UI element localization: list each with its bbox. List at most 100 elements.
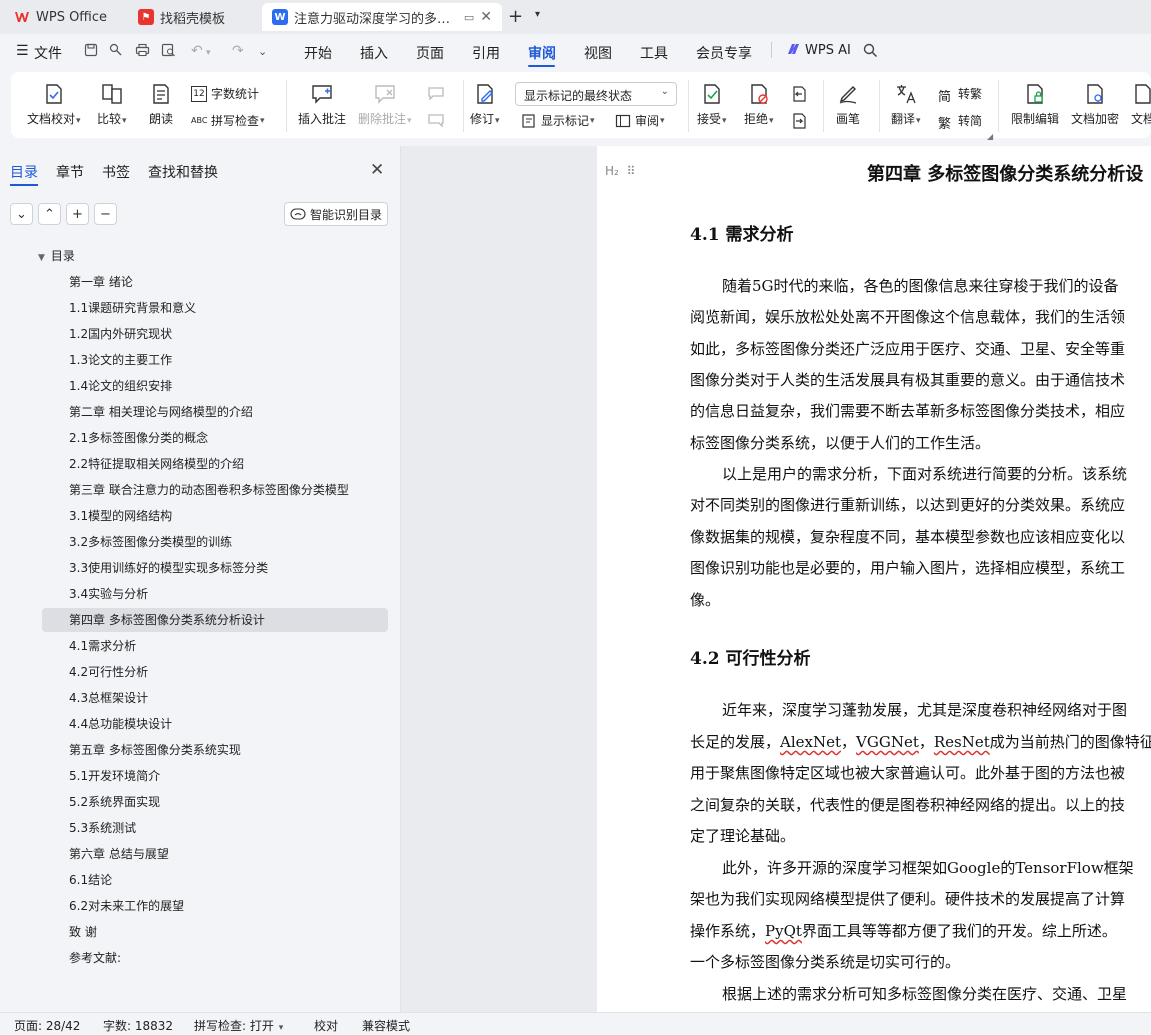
toc-item[interactable]: 3.3使用训练好的模型实现多标签分类 xyxy=(42,556,388,580)
toc-item[interactable]: 1.4论文的组织安排 xyxy=(42,374,388,398)
menu-start[interactable]: 开始 xyxy=(304,43,332,63)
toc-item[interactable]: 1.1课题研究背景和意义 xyxy=(42,296,388,320)
toc-item[interactable]: 2.1多标签图像分类的概念 xyxy=(42,426,388,450)
toc-item[interactable]: 1.2国内外研究现状 xyxy=(42,322,388,346)
redo-icon[interactable]: ↷ xyxy=(232,43,244,59)
menu-vip[interactable]: 会员专享 xyxy=(696,43,752,63)
toc-item[interactable]: 2.2特征提取相关网络模型的介绍 xyxy=(42,452,388,476)
toc-item[interactable]: 第四章 多标签图像分类系统分析设计 xyxy=(42,608,388,632)
smart-toc-button[interactable]: 智能识别目录 xyxy=(284,202,388,226)
toc-item[interactable]: 4.1需求分析 xyxy=(42,634,388,658)
previous-change-icon[interactable] xyxy=(790,85,808,103)
toc-item[interactable]: 第三章 联合注意力的动态图卷积多标签图像分类模型 xyxy=(42,478,388,502)
drag-handle-icon[interactable]: ⠿ xyxy=(627,164,636,178)
nav-tab-find-replace[interactable]: 查找和替换 xyxy=(148,162,218,182)
quick-access-more-icon[interactable]: ⌄ xyxy=(258,45,267,58)
print-preview-icon[interactable] xyxy=(161,43,176,61)
window-mode-icon[interactable]: ▭ xyxy=(464,11,474,24)
tab-wps-office[interactable]: WPS Office xyxy=(4,3,122,31)
toc-item[interactable]: 致 谢 xyxy=(42,920,388,944)
spell-error-word[interactable]: PyQt xyxy=(765,922,802,940)
markup-state-select[interactable]: 显示标记的最终状态 ⌄ xyxy=(515,82,677,106)
collapse-up-button[interactable]: ⌃ xyxy=(38,203,61,225)
reject-button[interactable]: 拒绝▾ xyxy=(744,82,774,127)
menu-page[interactable]: 页面 xyxy=(416,43,444,63)
doc-more-button[interactable]: 文档 xyxy=(1131,82,1151,127)
output-icon[interactable] xyxy=(109,43,123,61)
next-comment-icon[interactable] xyxy=(427,112,445,128)
word-count-button[interactable]: 12 字数统计 xyxy=(191,85,259,102)
nav-tab-bookmarks[interactable]: 书签 xyxy=(102,162,130,182)
toc-item[interactable]: 第五章 多标签图像分类系统实现 xyxy=(42,738,388,762)
toc-item[interactable]: 第一章 绪论 xyxy=(42,270,388,294)
doc-encrypt-button[interactable]: 文档加密 xyxy=(1071,82,1119,127)
toc-item[interactable]: 6.1结论 xyxy=(42,868,388,892)
spell-error-word[interactable]: VGGNet xyxy=(856,733,919,751)
menu-references[interactable]: 引用 xyxy=(472,43,500,63)
tab-document[interactable]: W 注意力驱动深度学习的多标签 ▭ ✕ xyxy=(262,3,502,31)
menu-insert[interactable]: 插入 xyxy=(360,43,388,63)
save-icon[interactable] xyxy=(84,43,98,61)
next-change-icon[interactable] xyxy=(790,112,808,130)
nav-tab-toc[interactable]: 目录 xyxy=(10,162,38,182)
doc-proof-button[interactable]: 文档校对▾ xyxy=(27,82,81,127)
toc-item[interactable]: 4.4总功能模块设计 xyxy=(42,712,388,736)
insert-comment-button[interactable]: 插入批注 xyxy=(298,82,346,127)
toc-item[interactable]: 1.3论文的主要工作 xyxy=(42,348,388,372)
add-heading-button[interactable]: + xyxy=(66,203,89,225)
delete-comment-button[interactable]: 删除批注▾ xyxy=(358,82,412,127)
page-indicator[interactable]: 页面: 28/42 xyxy=(14,1017,80,1034)
close-icon[interactable]: ✕ xyxy=(480,9,492,25)
nav-tab-sections[interactable]: 章节 xyxy=(56,162,84,182)
dialog-launcher-icon[interactable]: ◢ xyxy=(987,132,993,141)
revise-button[interactable]: 修订▾ xyxy=(470,82,500,127)
toc-root[interactable]: ▼ 目录 xyxy=(38,247,75,264)
heading-style-marker[interactable]: H₂ ⠿ xyxy=(605,164,636,178)
wps-ai-button[interactable]: WPS AI xyxy=(787,43,851,58)
search-icon[interactable] xyxy=(863,43,878,62)
toc-item[interactable]: 3.2多标签图像分类模型的训练 xyxy=(42,530,388,554)
print-icon[interactable] xyxy=(135,43,150,61)
to-simplified-button[interactable]: 繁转简 xyxy=(938,112,982,132)
menu-review[interactable]: 审阅 xyxy=(528,43,556,63)
toc-item[interactable]: 3.1模型的网络结构 xyxy=(42,504,388,528)
document-page[interactable]: H₂ ⠿ 第四章 多标签图像分类系统分析设 4.1 需求分析 随着5G时代的来临… xyxy=(597,146,1151,1012)
toc-item[interactable]: 5.3系统测试 xyxy=(42,816,388,840)
hamburger-icon[interactable]: ☰ xyxy=(16,43,29,59)
word-count-indicator[interactable]: 字数: 18832 xyxy=(103,1017,173,1034)
remove-heading-button[interactable]: − xyxy=(94,203,117,225)
toc-item[interactable]: 5.2系统界面实现 xyxy=(42,790,388,814)
chevron-down-icon[interactable]: ▾ xyxy=(535,9,540,20)
toc-item[interactable]: 4.3总框架设计 xyxy=(42,686,388,710)
expand-down-button[interactable]: ⌄ xyxy=(10,203,33,225)
translate-button[interactable]: 翻译▾ xyxy=(891,82,921,127)
accept-button[interactable]: 接受▾ xyxy=(697,82,727,127)
menu-tools[interactable]: 工具 xyxy=(640,43,668,63)
restrict-edit-button[interactable]: 限制编辑 xyxy=(1011,82,1059,127)
toc-item[interactable]: 5.1开发环境简介 xyxy=(42,764,388,788)
menu-view[interactable]: 视图 xyxy=(584,43,612,63)
spell-check-button[interactable]: ABC 拼写检查 ▾ xyxy=(191,112,265,129)
chevron-down-icon[interactable]: ▾ xyxy=(206,48,211,58)
toc-item[interactable]: 第二章 相关理论与网络模型的介绍 xyxy=(42,400,388,424)
spell-check-status[interactable]: 拼写检查: 打开 ▾ xyxy=(194,1017,283,1034)
toc-item[interactable]: 参考文献: xyxy=(42,946,388,970)
read-aloud-button[interactable]: 朗读 xyxy=(149,82,173,127)
close-icon[interactable]: ✕ xyxy=(370,160,384,180)
toc-item[interactable]: 3.4实验与分析 xyxy=(42,582,388,606)
proof-status[interactable]: 校对 xyxy=(314,1017,338,1034)
tab-template[interactable]: ⚑ 找稻壳模板 xyxy=(128,3,258,31)
toc-item[interactable]: 4.2可行性分析 xyxy=(42,660,388,684)
toc-item[interactable]: 6.2对未来工作的展望 xyxy=(42,894,388,918)
ink-button[interactable]: 画笔 xyxy=(836,82,860,127)
spell-error-word[interactable]: AlexNet xyxy=(780,733,841,751)
new-tab-icon[interactable]: + xyxy=(508,6,523,27)
previous-comment-icon[interactable] xyxy=(427,85,445,101)
spell-error-word[interactable]: ResNet xyxy=(934,733,990,751)
menu-file[interactable]: 文件 xyxy=(34,43,62,63)
compare-button[interactable]: 比较▾ xyxy=(97,82,127,127)
toc-item[interactable]: 第六章 总结与展望 xyxy=(42,842,388,866)
to-traditional-button[interactable]: 简转繁 xyxy=(938,85,982,105)
review-pane-button[interactable]: 审阅 ▾ xyxy=(615,112,665,129)
undo-icon[interactable]: ↶ xyxy=(191,43,203,59)
